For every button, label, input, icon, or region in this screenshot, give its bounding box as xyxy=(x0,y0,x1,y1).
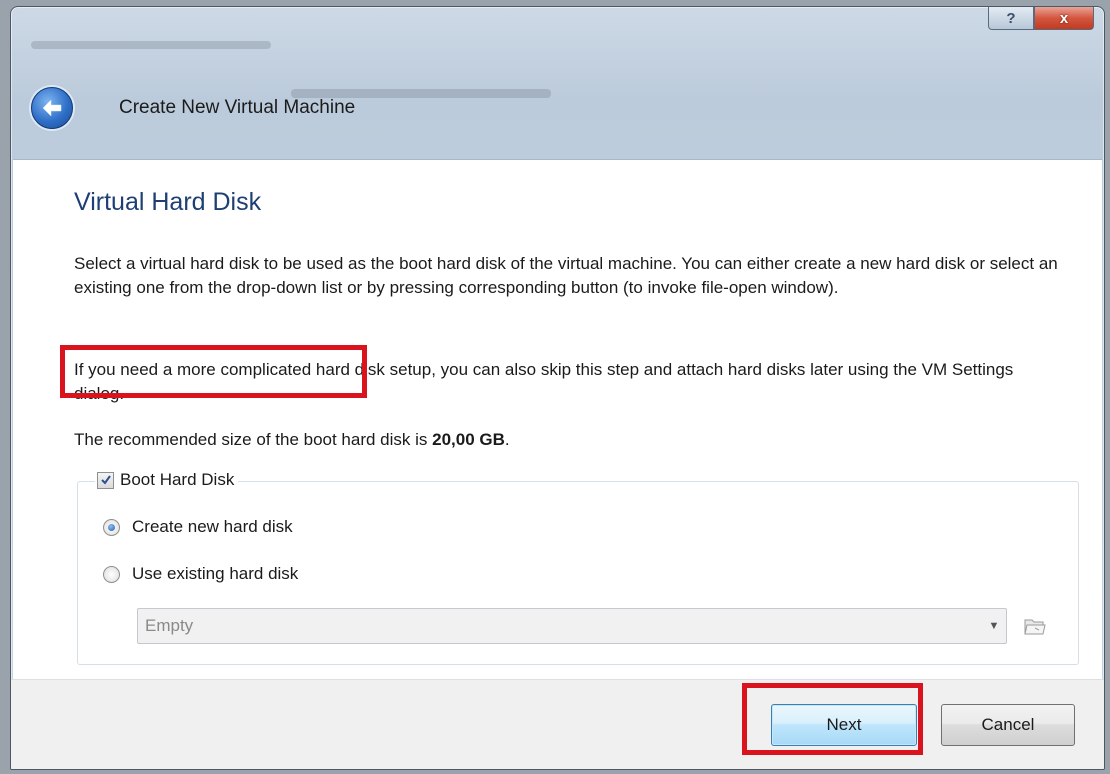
page-heading: Virtual Hard Disk xyxy=(74,188,262,216)
wizard-page: Virtual Hard Disk Select a virtual hard … xyxy=(13,159,1102,680)
radio-selected-dot xyxy=(108,523,115,531)
folder-open-icon xyxy=(1024,619,1046,635)
caption-buttons: ? x xyxy=(988,7,1094,30)
boot-hard-disk-legend: Boot Hard Disk xyxy=(95,470,239,490)
create-new-disk-label: Create new hard disk xyxy=(132,517,293,536)
boot-hard-disk-checkbox[interactable] xyxy=(97,471,114,489)
description-paragraph: Select a virtual hard disk to be used as… xyxy=(74,254,1058,297)
use-existing-disk-label: Use existing hard disk xyxy=(132,564,299,583)
checkmark-icon xyxy=(100,475,111,485)
existing-disk-combo-value: Empty xyxy=(145,616,194,635)
boot-hard-disk-label: Boot Hard Disk xyxy=(120,470,235,489)
window-title: Create New Virtual Machine xyxy=(119,97,356,118)
cancel-button[interactable]: Cancel xyxy=(941,704,1075,746)
recommended-size-value: 20,00 GB xyxy=(432,430,505,449)
background-blur xyxy=(31,41,271,49)
next-button-highlight xyxy=(742,683,923,755)
recommended-suffix: . xyxy=(504,430,510,449)
create-new-disk-radio[interactable] xyxy=(103,518,120,536)
create-new-disk-option[interactable]: Create new hard disk xyxy=(103,517,293,537)
use-existing-disk-option[interactable]: Use existing hard disk xyxy=(103,564,298,584)
use-existing-disk-radio[interactable] xyxy=(103,565,120,583)
button-bar: Next Cancel xyxy=(11,679,1104,769)
chevron-down-icon[interactable]: ▼ xyxy=(982,620,1006,632)
recommended-size-text: The recommended size of the boot hard di… xyxy=(74,428,1064,452)
existing-disk-combo[interactable]: Empty ▼ xyxy=(137,608,1007,644)
back-button[interactable] xyxy=(31,87,73,129)
create-new-disk-highlight xyxy=(60,345,367,398)
recommended-prefix: The recommended size of the boot hard di… xyxy=(74,430,433,449)
choose-disk-file-button[interactable] xyxy=(1022,614,1048,638)
back-arrow-icon xyxy=(42,99,62,117)
close-button[interactable]: x xyxy=(1034,7,1094,30)
help-button[interactable]: ? xyxy=(988,7,1034,30)
boot-hard-disk-group: Boot Hard Disk Create new hard disk Use … xyxy=(77,470,1079,665)
